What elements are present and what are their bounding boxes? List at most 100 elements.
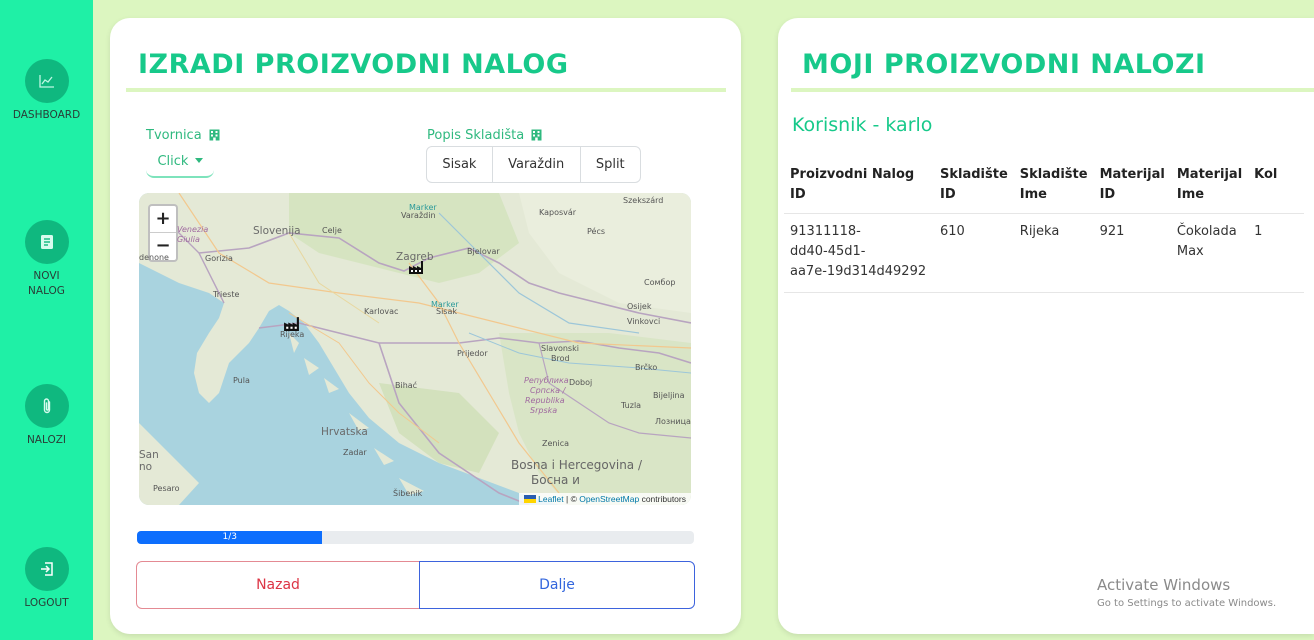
warehouse-button-group: Sisak Varaždin Split <box>426 146 641 183</box>
warehouse-button-split[interactable]: Split <box>581 147 640 182</box>
column-header: Skladište Ime <box>1013 161 1094 214</box>
map-label-slavonski: Slavonski <box>541 344 579 353</box>
map-label-brcko: Brčko <box>635 363 658 372</box>
map-label-varazdin: Varaždin <box>401 211 436 220</box>
material-id-cell: 921 <box>1093 213 1171 293</box>
map-label-pula: Pula <box>233 376 250 385</box>
table-header-row: Proizvodni Nalog ID Skladište ID Skladiš… <box>784 161 1304 214</box>
openstreetmap-link[interactable]: OpenStreetMap <box>579 494 639 504</box>
map-label-bih-1: Bosna i Hercegovina / <box>511 458 643 472</box>
next-button[interactable]: Dalje <box>419 561 695 609</box>
sidebar-item-novi-nalog[interactable]: NOVI NALOG <box>0 220 93 299</box>
factory-dropdown-label: Click <box>157 154 189 169</box>
map-label-sisak: Sisak <box>436 307 458 316</box>
map-label-brod: Brod <box>551 354 570 363</box>
map-label-republika-3: Republika <box>525 396 565 405</box>
sidebar-item-label: NOVI NALOG <box>0 269 93 299</box>
map-label-sombor: Сомбор <box>644 278 676 287</box>
map-label-doboj: Doboj <box>569 378 593 387</box>
map-label-kaposvar: Kaposvár <box>539 208 577 217</box>
warehouses-label: Popis Skladišta <box>427 128 542 143</box>
map-label-vinkovci: Vinkovci <box>627 317 661 326</box>
factory-marker-rijeka[interactable] <box>283 315 300 336</box>
back-button[interactable]: Nazad <box>136 561 420 609</box>
factory-marker-zagreb[interactable] <box>408 259 424 279</box>
warehouse-button-varazdin[interactable]: Varaždin <box>493 147 581 182</box>
attribution-separator: | © <box>563 494 580 504</box>
warehouse-button-sisak[interactable]: Sisak <box>427 147 493 182</box>
map-label-giulia: Giulia <box>177 235 200 244</box>
sidebar-item-logout[interactable]: LOGOUT <box>0 547 93 611</box>
map-label-venezia: Venezia <box>177 225 209 234</box>
ukraine-flag-icon <box>524 495 537 503</box>
map-label-san: San <box>139 449 159 461</box>
map-label-bjelovar: Bjelovar <box>467 247 500 256</box>
map-attribution: Leaflet | © OpenStreetMap contributors <box>519 493 691 505</box>
map-label-bihac: Bihać <box>395 381 418 390</box>
factory-dropdown-button[interactable]: Click <box>146 150 214 178</box>
sidebar-item-label-line2: NALOG <box>28 285 65 297</box>
chart-line-icon <box>24 59 69 103</box>
factory-label-text: Tvornica <box>146 128 202 143</box>
activate-windows-watermark: Activate Windows Go to Settings to activ… <box>1097 576 1276 609</box>
step-progress-fill: 1/3 <box>137 531 323 544</box>
sidebar-item-label-line1: NOVI <box>33 270 60 282</box>
caret-down-icon <box>194 158 203 163</box>
map-label-denone: denone <box>139 253 169 262</box>
factory-label: Tvornica <box>146 128 220 143</box>
leaflet-link[interactable]: Leaflet <box>538 494 564 504</box>
table-row: 91311118- dd40-45d1- aa7e-19d314d49292 6… <box>784 213 1304 293</box>
map-label-slovenija: Slovenija <box>253 225 301 237</box>
column-header: Skladište ID <box>934 161 1014 214</box>
map-label-szekszard: Szekszárd <box>623 196 664 205</box>
create-order-title: IZRADI PROIZVODNI NALOG <box>138 49 569 80</box>
map-label-republika-4: Srpska <box>530 406 558 415</box>
attribution-contributors: contributors <box>639 494 686 504</box>
warehouses-label-text: Popis Skladišta <box>427 128 525 143</box>
column-header: Proizvodni Nalog ID <box>784 161 934 214</box>
quantity-cell: 1 <box>1248 213 1304 293</box>
map-label-sibenik: Šibenik <box>393 489 423 498</box>
map-label-karlovac: Karlovac <box>364 307 399 316</box>
map-label-prijedor: Prijedor <box>457 349 488 358</box>
logout-icon <box>24 547 69 591</box>
order-id-part: 91311118- <box>790 224 861 239</box>
warehouse-name-cell: Rijeka <box>1013 213 1094 293</box>
my-orders-card <box>778 18 1314 634</box>
map-label-bih-2: Босна и <box>531 473 580 487</box>
building-icon <box>209 129 220 141</box>
column-header: Kol <box>1248 161 1304 214</box>
map-label-osijek: Osijek <box>627 302 652 311</box>
paperclip-icon <box>24 384 69 428</box>
factory-icon <box>409 261 423 274</box>
map-label-loznica: Лозница <box>655 417 691 426</box>
map[interactable]: + − Venezia Giulia denone Gorizia Sloven… <box>139 193 691 505</box>
material-name-cell: Čokolada Max <box>1170 213 1249 293</box>
zoom-in-button[interactable]: + <box>150 206 176 233</box>
my-orders-title: MOJI PROIZVODNI NALOZI <box>802 49 1206 80</box>
map-label-bijeljina: Bijeljina <box>653 391 685 400</box>
map-label-gorizia: Gorizia <box>205 254 233 263</box>
map-label-republika-1: Република <box>524 376 569 385</box>
column-header: Materijal ID <box>1093 161 1171 214</box>
map-label-no: no <box>139 461 153 473</box>
map-label-zadar: Zadar <box>343 448 367 457</box>
step-progress-bar: 1/3 <box>137 531 694 544</box>
map-label-hrvatska: Hrvatska <box>321 426 368 438</box>
map-label-celje: Celje <box>322 226 342 235</box>
order-id-part: aa7e-19d314d49292 <box>790 264 927 279</box>
building-icon <box>531 129 542 141</box>
map-label-republika-2: Српска / <box>530 386 566 395</box>
title-underline <box>126 88 726 92</box>
map-label-zenica: Zenica <box>542 439 569 448</box>
user-line: Korisnik - karlo <box>792 114 933 136</box>
order-id-part: dd40-45d1- <box>790 244 866 259</box>
sidebar-item-dashboard[interactable]: DASHBOARD <box>0 59 93 123</box>
document-icon <box>24 220 69 264</box>
column-header: Materijal Ime <box>1170 161 1249 214</box>
sidebar-item-nalozi[interactable]: NALOZI <box>0 384 93 448</box>
orders-table: Proizvodni Nalog ID Skladište ID Skladiš… <box>784 161 1304 293</box>
sidebar-item-label: DASHBOARD <box>12 109 81 121</box>
sidebar-item-label: NALOZI <box>26 434 67 446</box>
map-label-trieste: Trieste <box>213 290 240 299</box>
